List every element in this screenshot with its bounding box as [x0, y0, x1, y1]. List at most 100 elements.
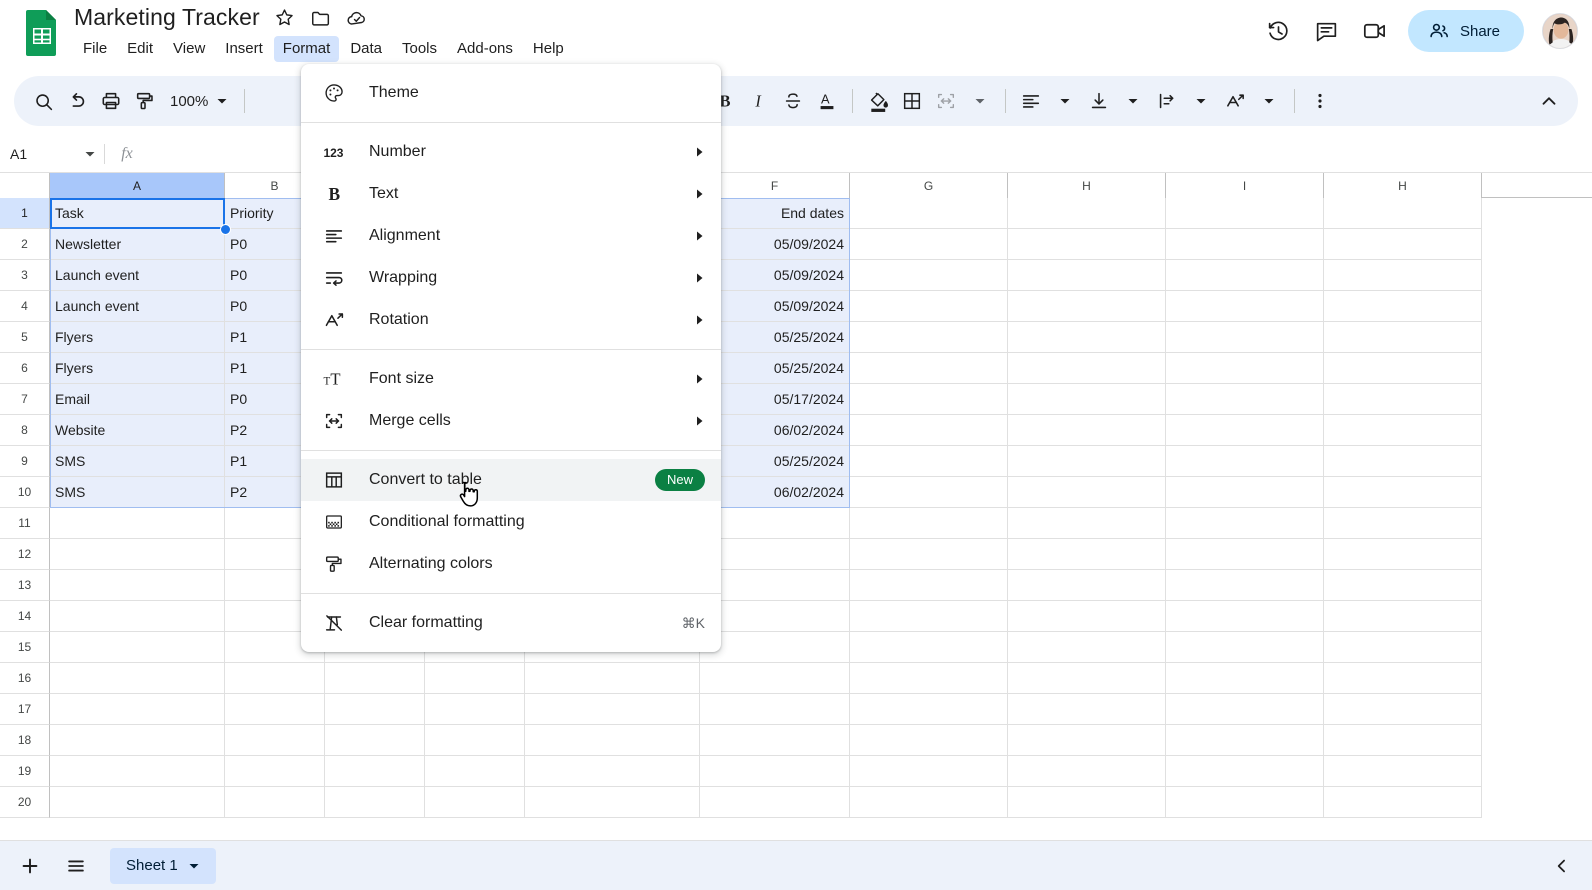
cell-G2[interactable]: [850, 229, 1008, 260]
cell-G6[interactable]: [850, 353, 1008, 384]
search-icon[interactable]: [26, 84, 60, 118]
cell-B20[interactable]: [225, 787, 325, 818]
cell-F7[interactable]: 05/17/2024: [700, 384, 850, 415]
undo-icon[interactable]: [60, 84, 94, 118]
cell-F10[interactable]: 06/02/2024: [700, 477, 850, 508]
cell-I1[interactable]: [1166, 198, 1324, 229]
cell-G9[interactable]: [850, 446, 1008, 477]
chevron-down-icon[interactable]: [188, 860, 200, 872]
row-header-12[interactable]: 12: [0, 539, 50, 570]
cell-I2[interactable]: [1166, 229, 1324, 260]
row-header-20[interactable]: 20: [0, 787, 50, 818]
cell-F20[interactable]: [700, 787, 850, 818]
cell-H15[interactable]: [1324, 632, 1482, 663]
cell-A15[interactable]: [50, 632, 225, 663]
menu-item-alternating-colors[interactable]: Alternating colors: [301, 543, 721, 585]
cell-D18[interactable]: [425, 725, 525, 756]
row-header-4[interactable]: 4: [0, 291, 50, 322]
cell-A7[interactable]: Email: [50, 384, 225, 415]
cell-H10[interactable]: [1008, 477, 1166, 508]
row-header-9[interactable]: 9: [0, 446, 50, 477]
cell-H17[interactable]: [1324, 694, 1482, 725]
cell-G17[interactable]: [850, 694, 1008, 725]
name-box[interactable]: A1: [0, 136, 104, 172]
cell-B17[interactable]: [225, 694, 325, 725]
menu-insert[interactable]: Insert: [216, 36, 272, 62]
cell-A2[interactable]: Newsletter: [50, 229, 225, 260]
cell-C19[interactable]: [325, 756, 425, 787]
cell-A3[interactable]: Launch event: [50, 260, 225, 291]
row-header-13[interactable]: 13: [0, 570, 50, 601]
cell-G4[interactable]: [850, 291, 1008, 322]
cell-I15[interactable]: [1166, 632, 1324, 663]
cell-G10[interactable]: [850, 477, 1008, 508]
cell-F9[interactable]: 05/25/2024: [700, 446, 850, 477]
vertical-align-button[interactable]: [1082, 84, 1116, 118]
cell-F18[interactable]: [700, 725, 850, 756]
row-header-1[interactable]: 1: [0, 198, 50, 229]
strikethrough-button[interactable]: [776, 84, 810, 118]
menu-item-clear-formatting[interactable]: Clear formatting ⌘K: [301, 602, 721, 644]
cell-I13[interactable]: [1166, 570, 1324, 601]
row-header-10[interactable]: 10: [0, 477, 50, 508]
cell-D19[interactable]: [425, 756, 525, 787]
menu-item-font-size[interactable]: T T Font size: [301, 358, 721, 400]
cell-H18[interactable]: [1324, 725, 1482, 756]
select-all-corner[interactable]: [0, 173, 50, 198]
horizontal-align-button[interactable]: [1014, 84, 1048, 118]
cell-G3[interactable]: [850, 260, 1008, 291]
cell-C20[interactable]: [325, 787, 425, 818]
cell-H17[interactable]: [1008, 694, 1166, 725]
cell-C18[interactable]: [325, 725, 425, 756]
borders-button[interactable]: [895, 84, 929, 118]
cell-F17[interactable]: [700, 694, 850, 725]
cell-H20[interactable]: [1324, 787, 1482, 818]
row-header-16[interactable]: 16: [0, 663, 50, 694]
cell-G13[interactable]: [850, 570, 1008, 601]
zoom-control[interactable]: 100%: [162, 84, 236, 118]
cell-H5[interactable]: [1008, 322, 1166, 353]
row-header-7[interactable]: 7: [0, 384, 50, 415]
page-title[interactable]: Marketing Tracker: [74, 4, 260, 31]
cell-A5[interactable]: Flyers: [50, 322, 225, 353]
cell-H12[interactable]: [1324, 539, 1482, 570]
row-header-15[interactable]: 15: [0, 632, 50, 663]
cell-H11[interactable]: [1324, 508, 1482, 539]
cell-H14[interactable]: [1008, 601, 1166, 632]
menu-format[interactable]: Format: [273, 36, 340, 62]
cell-F19[interactable]: [700, 756, 850, 787]
version-history-icon[interactable]: [1264, 16, 1294, 46]
cell-F14[interactable]: [700, 601, 850, 632]
menu-item-wrapping[interactable]: Wrapping: [301, 257, 721, 299]
chevron-left-icon[interactable]: [1544, 848, 1580, 884]
cell-H9[interactable]: [1324, 446, 1482, 477]
cell-H3[interactable]: [1008, 260, 1166, 291]
menu-item-text[interactable]: B Text: [301, 173, 721, 215]
cell-H5[interactable]: [1324, 322, 1482, 353]
cell-H2[interactable]: [1324, 229, 1482, 260]
cell-H13[interactable]: [1324, 570, 1482, 601]
cell-H4[interactable]: [1324, 291, 1482, 322]
cell-A13[interactable]: [50, 570, 225, 601]
cell-H9[interactable]: [1008, 446, 1166, 477]
cell-H6[interactable]: [1008, 353, 1166, 384]
cell-G15[interactable]: [850, 632, 1008, 663]
cell-G5[interactable]: [850, 322, 1008, 353]
more-vertical-icon[interactable]: [1303, 84, 1337, 118]
row-header-17[interactable]: 17: [0, 694, 50, 725]
menu-item-rotation[interactable]: Rotation: [301, 299, 721, 341]
text-wrapping-button[interactable]: [1150, 84, 1184, 118]
horizontal-align-caret-icon[interactable]: [1048, 84, 1082, 118]
column-header-5[interactable]: F: [700, 173, 850, 198]
column-header-7[interactable]: H: [1008, 173, 1166, 198]
cell-H14[interactable]: [1324, 601, 1482, 632]
cell-H19[interactable]: [1324, 756, 1482, 787]
cell-F5[interactable]: 05/25/2024: [700, 322, 850, 353]
text-color-button[interactable]: A: [810, 84, 844, 118]
print-icon[interactable]: [94, 84, 128, 118]
cell-I4[interactable]: [1166, 291, 1324, 322]
menu-addons[interactable]: Add-ons: [448, 36, 522, 62]
cell-E18[interactable]: [525, 725, 700, 756]
menu-tools[interactable]: Tools: [393, 36, 446, 62]
cell-F16[interactable]: [700, 663, 850, 694]
